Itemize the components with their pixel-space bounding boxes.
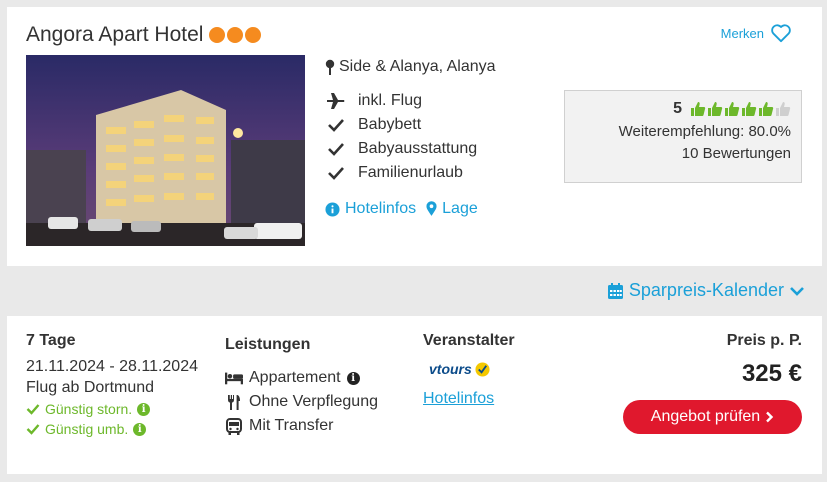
flex-storno: Günstig storn. i <box>26 401 198 417</box>
offer-card: 7 Tage 21.11.2024 - 28.11.2024 Flug ab D… <box>7 316 822 474</box>
star-icon <box>245 27 262 43</box>
offer-dates: 21.11.2024 - 28.11.2024 <box>26 358 198 375</box>
feature-label: Babyausstattung <box>358 140 478 157</box>
bus-icon <box>225 417 243 435</box>
check-icon <box>325 142 347 156</box>
chevron-down-icon <box>790 286 804 296</box>
rating-score-row: 5 <box>565 100 791 118</box>
service-label: Mit Transfer <box>249 417 334 434</box>
service-item: Appartement i <box>225 366 378 390</box>
operator-heading: Veranstalter <box>423 332 515 349</box>
hotel-links: Hotelinfos Lage <box>325 200 478 218</box>
services-heading: Leistungen <box>225 336 311 353</box>
hotel-stars <box>209 27 262 43</box>
map-marker-icon <box>426 201 437 216</box>
operator-logo-check-icon <box>475 361 490 377</box>
rating-thumbs <box>690 101 791 117</box>
heart-icon <box>771 24 791 43</box>
feature-label: Babybett <box>358 116 422 133</box>
rating-score: 5 <box>673 100 682 117</box>
location-text: Side & Alanya, Alanya <box>339 58 496 75</box>
info-icon[interactable]: i <box>346 371 360 385</box>
hotel-name[interactable]: Angora Apart Hotel <box>26 23 203 47</box>
rating-box[interactable]: 5 Weiterempfehlung: 80.0% 10 Bewertungen <box>564 90 802 183</box>
thumbs-up-icon <box>742 102 757 116</box>
feature-label: inkl. Flug <box>358 92 423 109</box>
lage-link[interactable]: Lage <box>426 200 478 218</box>
service-item: Ohne Verpflegung <box>225 390 378 414</box>
thumbs-up-icon <box>691 102 706 116</box>
service-item: Mit Transfer <box>225 414 378 438</box>
offer-operator: Veranstalter vtours Hotelinfos <box>423 332 515 408</box>
calendar-icon <box>607 282 623 299</box>
offer-duration: 7 Tage <box>26 332 76 349</box>
check-icon <box>26 424 40 435</box>
list-item: inkl. Flug <box>325 89 477 113</box>
flex-umbuchung-label: Günstig umb. <box>45 421 129 437</box>
info-icon <box>325 201 340 217</box>
feature-label: Familienurlaub <box>358 164 463 181</box>
map-pin-icon <box>325 59 335 75</box>
bed-icon <box>225 371 243 385</box>
feature-list: inkl. Flug Babybett Babyausstattung Fami… <box>325 89 477 185</box>
flex-umbuchung: Günstig umb. i <box>26 421 198 437</box>
operator-logo: vtours <box>429 356 515 382</box>
star-icon <box>227 27 244 43</box>
offer-departure: Flug ab Dortmund <box>26 379 155 396</box>
service-label: Appartement <box>249 369 341 386</box>
plane-icon <box>325 92 347 110</box>
merken-button[interactable]: Merken <box>721 23 792 43</box>
offer-services: Leistungen Appartement i Ohne Verpflegun… <box>225 336 378 438</box>
info-icon[interactable]: i <box>137 402 151 416</box>
hotelinfos-label: Hotelinfos <box>345 200 417 217</box>
hotelinfos-link[interactable]: Hotelinfos <box>325 200 416 218</box>
thumbs-up-icon <box>725 102 740 116</box>
cta-label: Angebot prüfen <box>650 408 761 425</box>
flex-storno-label: Günstig storn. <box>45 401 133 417</box>
thumbs-up-icon <box>708 102 723 116</box>
lage-label: Lage <box>442 200 478 217</box>
hotel-card: Angora Apart Hotel Merken Side & Alanya,… <box>7 7 822 266</box>
list-item: Babyausstattung <box>325 137 477 161</box>
cutlery-icon <box>225 394 243 411</box>
check-icon <box>325 166 347 180</box>
check-icon <box>26 404 40 415</box>
list-item: Familienurlaub <box>325 161 477 185</box>
reviews-count: 10 Bewertungen <box>681 145 791 162</box>
angebot-pruefen-button[interactable]: Angebot prüfen <box>623 400 802 434</box>
offer-travel-info: 7 Tage 21.11.2024 - 28.11.2024 Flug ab D… <box>26 332 198 437</box>
recommendation-text: Weiterempfehlung: 80.0% <box>618 123 791 140</box>
hotel-location: Side & Alanya, Alanya <box>325 58 496 76</box>
thumbs-up-icon <box>759 102 774 116</box>
check-icon <box>325 118 347 132</box>
hotel-title[interactable]: Angora Apart Hotel <box>26 23 262 47</box>
service-label: Ohne Verpflegung <box>249 393 378 410</box>
price-heading: Preis p. P. <box>726 332 802 349</box>
chevron-right-icon <box>766 411 774 423</box>
hotel-photo[interactable] <box>26 55 305 246</box>
price-value: 325 € <box>741 360 802 387</box>
merken-label: Merken <box>720 25 764 41</box>
star-icon <box>209 27 226 43</box>
info-icon[interactable]: i <box>133 422 147 436</box>
thumbs-up-empty-icon <box>776 102 791 116</box>
kalender-label: Sparpreis-Kalender <box>628 280 784 300</box>
operator-hotelinfos-link[interactable]: Hotelinfos <box>423 390 515 408</box>
sparpreis-kalender-link[interactable]: Sparpreis-Kalender <box>607 280 805 301</box>
offer-price: Preis p. P. 325 € Angebot prüfen <box>623 332 802 434</box>
list-item: Babybett <box>325 113 477 137</box>
